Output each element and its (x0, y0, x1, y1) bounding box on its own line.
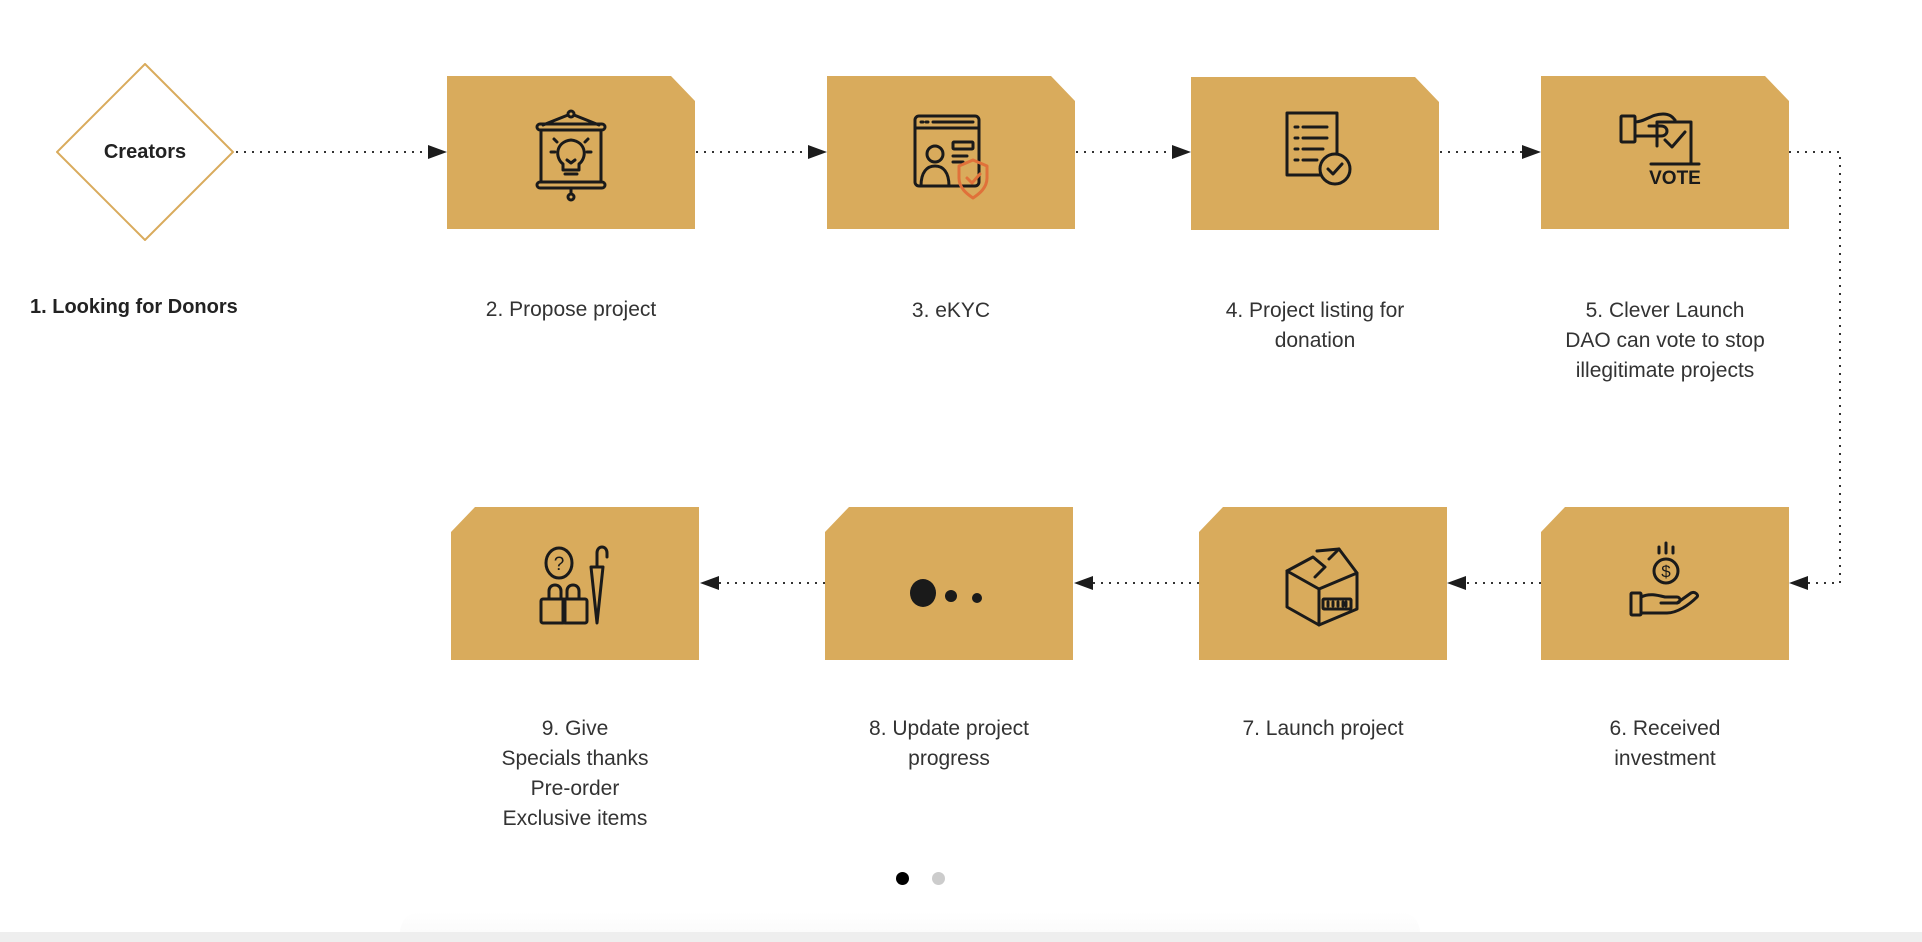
arrowhead (808, 145, 827, 159)
creators-label: Creators (103, 140, 187, 163)
progress-dots-icon (910, 579, 982, 607)
connector-3-4 (1076, 145, 1191, 159)
step-8-box (825, 507, 1073, 660)
ballot-vote-icon: VOTE (1619, 112, 1701, 189)
step-5-label: 5. Clever Launch DAO can vote to stop il… (1565, 299, 1765, 382)
creators-node: Creators (56, 63, 234, 241)
pagination-dot-1-active[interactable] (896, 872, 909, 885)
step-9-box: ? (451, 507, 699, 660)
step-6-label: 6. Received investment (1609, 717, 1721, 770)
arrowhead (1789, 576, 1808, 590)
arrowhead (428, 145, 447, 159)
step-5-box: VOTE (1541, 76, 1789, 229)
arrowhead (1172, 145, 1191, 159)
presentation-lightbulb-icon (535, 109, 607, 202)
connector-1-2 (236, 145, 447, 159)
svg-text:?: ? (554, 554, 565, 575)
pagination (0, 872, 1922, 886)
connector-6-7 (1447, 576, 1541, 590)
pagination-dot-2[interactable] (932, 872, 945, 885)
step-9-label: 9. Give Specials thanks Pre-order Exclus… (501, 717, 649, 830)
connector-8-9 (700, 576, 825, 590)
arrowhead (1074, 576, 1093, 590)
flow-diagram: Creators 1. Looking for Donors 2. Propos… (0, 0, 1922, 942)
document-checklist-icon (1285, 111, 1352, 186)
package-box-icon (1285, 547, 1359, 627)
vote-text: VOTE (1649, 168, 1701, 189)
step-2-label: 2. Propose project (485, 298, 657, 321)
connector-4-5 (1440, 145, 1541, 159)
step-4-label: 4. Project listing for donation (1225, 299, 1405, 352)
hand-money-icon: $ (1629, 541, 1699, 617)
step-4-box (1191, 77, 1439, 230)
gift-rewards-icon: ? (539, 545, 609, 625)
id-verification-shield-icon (913, 114, 989, 200)
arrowhead (1447, 576, 1466, 590)
arrowhead (700, 576, 719, 590)
arrowhead (1522, 145, 1541, 159)
bottom-section-divider (0, 932, 1922, 942)
step-7-box (1199, 507, 1447, 660)
step-6-box: $ (1541, 507, 1789, 660)
step-3-box (827, 76, 1075, 229)
step-8-label: 8. Update project progress (869, 717, 1029, 770)
step-2-box (447, 76, 695, 229)
connector-7-8 (1074, 576, 1199, 590)
connector-2-3 (696, 145, 827, 159)
step-7-label: 7. Launch project (1242, 717, 1404, 740)
step-1-label: 1. Looking for Donors (30, 296, 238, 318)
bottom-card-shadow (400, 912, 1420, 932)
svg-text:$: $ (1661, 562, 1671, 581)
step-3-label: 3. eKYC (911, 299, 991, 322)
